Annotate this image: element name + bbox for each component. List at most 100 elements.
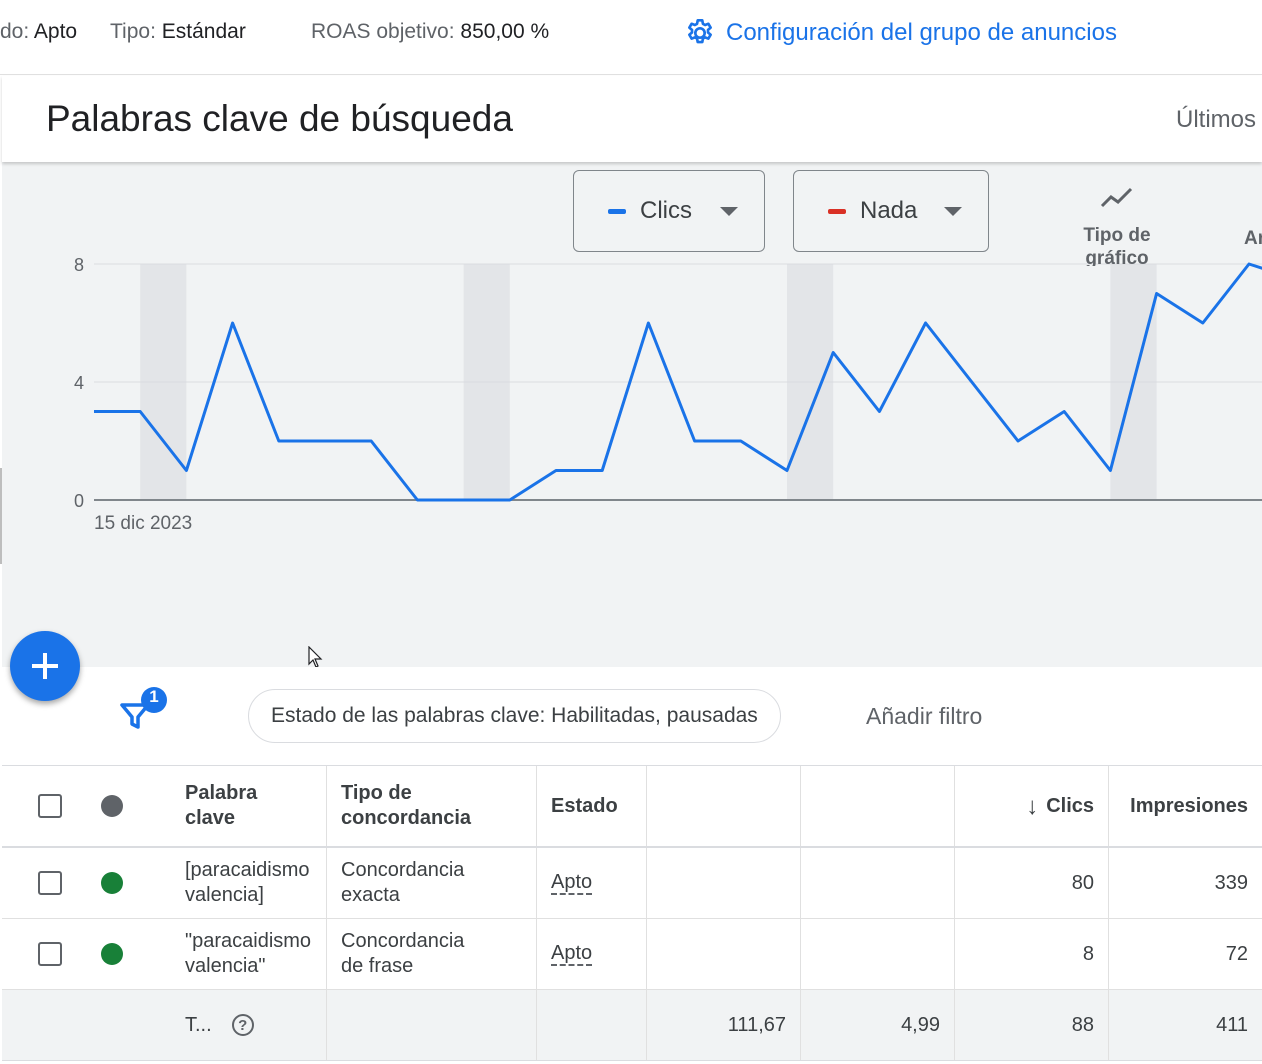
plus-icon bbox=[32, 653, 58, 679]
filter-chip-keyword-status[interactable]: Estado de las palabras clave: Habilitada… bbox=[248, 689, 781, 743]
total-col4-value: 111,67 bbox=[727, 1013, 786, 1036]
table-row: "paracaidismo valencia" Concordancia de … bbox=[2, 919, 1262, 990]
clicks-value: 8 bbox=[1082, 942, 1094, 965]
total-impressions-value: 411 bbox=[1216, 1013, 1248, 1036]
roas-info: ROAS objetivo: 850,00 % bbox=[311, 20, 549, 44]
select-all-cell bbox=[38, 766, 68, 846]
header-clicks[interactable]: ↓ Clics bbox=[954, 766, 1108, 846]
total-empty-cell bbox=[326, 990, 536, 1060]
x-tick-label: 15 dic 2023 bbox=[94, 513, 193, 534]
header-impressions-label: Impresiones bbox=[1130, 794, 1248, 817]
y-tick-4: 4 bbox=[73, 373, 84, 393]
status-dot-enabled[interactable] bbox=[101, 943, 123, 965]
roas-value: 850,00 % bbox=[460, 20, 550, 43]
status-dot-header-cell bbox=[101, 766, 131, 846]
header-status-label: Estado bbox=[551, 794, 618, 817]
impressions-value: 339 bbox=[1214, 871, 1248, 894]
row-select-cell bbox=[38, 919, 68, 989]
match-type-value: Concordancia exacta bbox=[341, 859, 465, 906]
select-all-checkbox[interactable] bbox=[38, 794, 62, 818]
header-col5[interactable] bbox=[800, 766, 954, 846]
filter-count-badge: 1 bbox=[149, 687, 159, 706]
status-value-link[interactable]: Apto bbox=[551, 942, 593, 966]
header-match-type-label: Tipo de concordancia bbox=[341, 782, 472, 829]
match-type-value: Concordancia de frase bbox=[341, 930, 465, 977]
status-info: do: Apto bbox=[0, 20, 77, 44]
filter-icon bbox=[120, 687, 167, 729]
trending-icon bbox=[1100, 187, 1133, 208]
row-status-cell bbox=[101, 919, 131, 989]
total-clicks-value: 88 bbox=[1071, 1013, 1094, 1036]
gear-icon bbox=[688, 19, 712, 44]
clicks-cell: 8 bbox=[954, 919, 1108, 989]
col4-cell bbox=[646, 848, 800, 918]
row-checkbox[interactable] bbox=[38, 942, 62, 966]
header-status[interactable]: Estado bbox=[536, 766, 646, 846]
y-tick-0: 0 bbox=[73, 491, 84, 511]
type-value: Estándar bbox=[161, 20, 246, 43]
adgroup-settings-link[interactable]: Configuración del grupo de anuncios bbox=[684, 17, 1117, 49]
total-label: T... bbox=[185, 1013, 212, 1036]
total-empty-cell bbox=[536, 990, 646, 1060]
keyword-cell: [paracaidismo valencia] bbox=[172, 848, 326, 918]
total-col4-cell: 111,67 bbox=[646, 990, 800, 1060]
help-icon[interactable]: ? bbox=[231, 1014, 254, 1036]
impressions-value: 72 bbox=[1225, 942, 1248, 965]
add-filter-button[interactable]: Añadir filtro bbox=[866, 703, 982, 730]
adgroup-info-bar: do: Apto Tipo: Estándar ROAS objetivo: 8… bbox=[0, 0, 1262, 75]
date-range-button[interactable]: Últimos bbox=[1176, 106, 1256, 134]
table-header-row: Palabra clave Tipo de concordancia Estad… bbox=[2, 766, 1262, 848]
filter-button[interactable]: 1 bbox=[118, 685, 174, 741]
row-select-cell bbox=[38, 848, 68, 918]
chart-area: Clics Nada Tipo de gráfico Ar 8 4 0 15 d… bbox=[2, 162, 1262, 668]
table-row: [paracaidismo valencia] Concordancia exa… bbox=[2, 848, 1262, 919]
status-filter-dot[interactable] bbox=[101, 795, 123, 817]
row-status-cell bbox=[101, 848, 131, 918]
chart-type-button[interactable]: Tipo de gráfico bbox=[1062, 162, 1172, 266]
status-value-link[interactable]: Apto bbox=[551, 871, 593, 895]
keywords-card: Palabras clave de búsqueda Últimos Clics… bbox=[2, 76, 1262, 1064]
header-keyword-label: Palabra clave bbox=[185, 782, 258, 829]
match-type-cell: Concordancia de frase bbox=[326, 919, 536, 989]
header-keyword[interactable]: Palabra clave bbox=[172, 766, 326, 846]
add-keyword-fab[interactable] bbox=[10, 631, 80, 701]
chart-option-label[interactable]: Ar bbox=[1244, 228, 1262, 250]
match-type-cell: Concordancia exacta bbox=[326, 848, 536, 918]
total-label-cell: T...? bbox=[172, 990, 326, 1060]
header-impressions[interactable]: Impresiones bbox=[1108, 766, 1262, 846]
col5-cell bbox=[800, 848, 954, 918]
sort-down-icon: ↓ bbox=[1026, 792, 1039, 820]
status-cell: Apto bbox=[536, 919, 646, 989]
col5-cell bbox=[800, 919, 954, 989]
roas-label: ROAS objetivo: bbox=[311, 20, 455, 43]
header-clicks-label: Clics bbox=[1046, 794, 1094, 817]
total-col5-value: 4,99 bbox=[901, 1013, 940, 1036]
total-impressions-cell: 411 bbox=[1108, 990, 1262, 1060]
settings-link-label: Configuración del grupo de anuncios bbox=[726, 19, 1117, 46]
clicks-value: 80 bbox=[1071, 871, 1094, 894]
keyword-link[interactable]: "paracaidismo valencia" bbox=[185, 929, 321, 979]
type-label: Tipo: bbox=[110, 20, 156, 43]
status-dot-enabled[interactable] bbox=[101, 872, 123, 894]
chart-type-label: Tipo de gráfico bbox=[1083, 225, 1151, 266]
type-info: Tipo: Estándar bbox=[110, 20, 246, 44]
filter-bar: 1 Estado de las palabras clave: Habilita… bbox=[2, 667, 1262, 766]
header-match-type[interactable]: Tipo de concordancia bbox=[326, 766, 536, 846]
impressions-cell: 339 bbox=[1108, 848, 1262, 918]
total-row: T...? 111,67 4,99 88 411 bbox=[2, 990, 1262, 1061]
keyword-link[interactable]: [paracaidismo valencia] bbox=[185, 858, 321, 908]
total-col5-cell: 4,99 bbox=[800, 990, 954, 1060]
impressions-cell: 72 bbox=[1108, 919, 1262, 989]
status-cell: Apto bbox=[536, 848, 646, 918]
clicks-cell: 80 bbox=[954, 848, 1108, 918]
header-col4[interactable] bbox=[646, 766, 800, 846]
keyword-cell: "paracaidismo valencia" bbox=[172, 919, 326, 989]
status-value: Apto bbox=[33, 20, 78, 43]
card-header: Palabras clave de búsqueda Últimos bbox=[2, 76, 1262, 162]
row-checkbox[interactable] bbox=[38, 871, 62, 895]
y-tick-8: 8 bbox=[73, 255, 84, 275]
status-label: do: bbox=[0, 20, 30, 43]
total-clicks-cell: 88 bbox=[954, 990, 1108, 1060]
page-title: Palabras clave de búsqueda bbox=[46, 98, 513, 139]
col4-cell bbox=[646, 919, 800, 989]
